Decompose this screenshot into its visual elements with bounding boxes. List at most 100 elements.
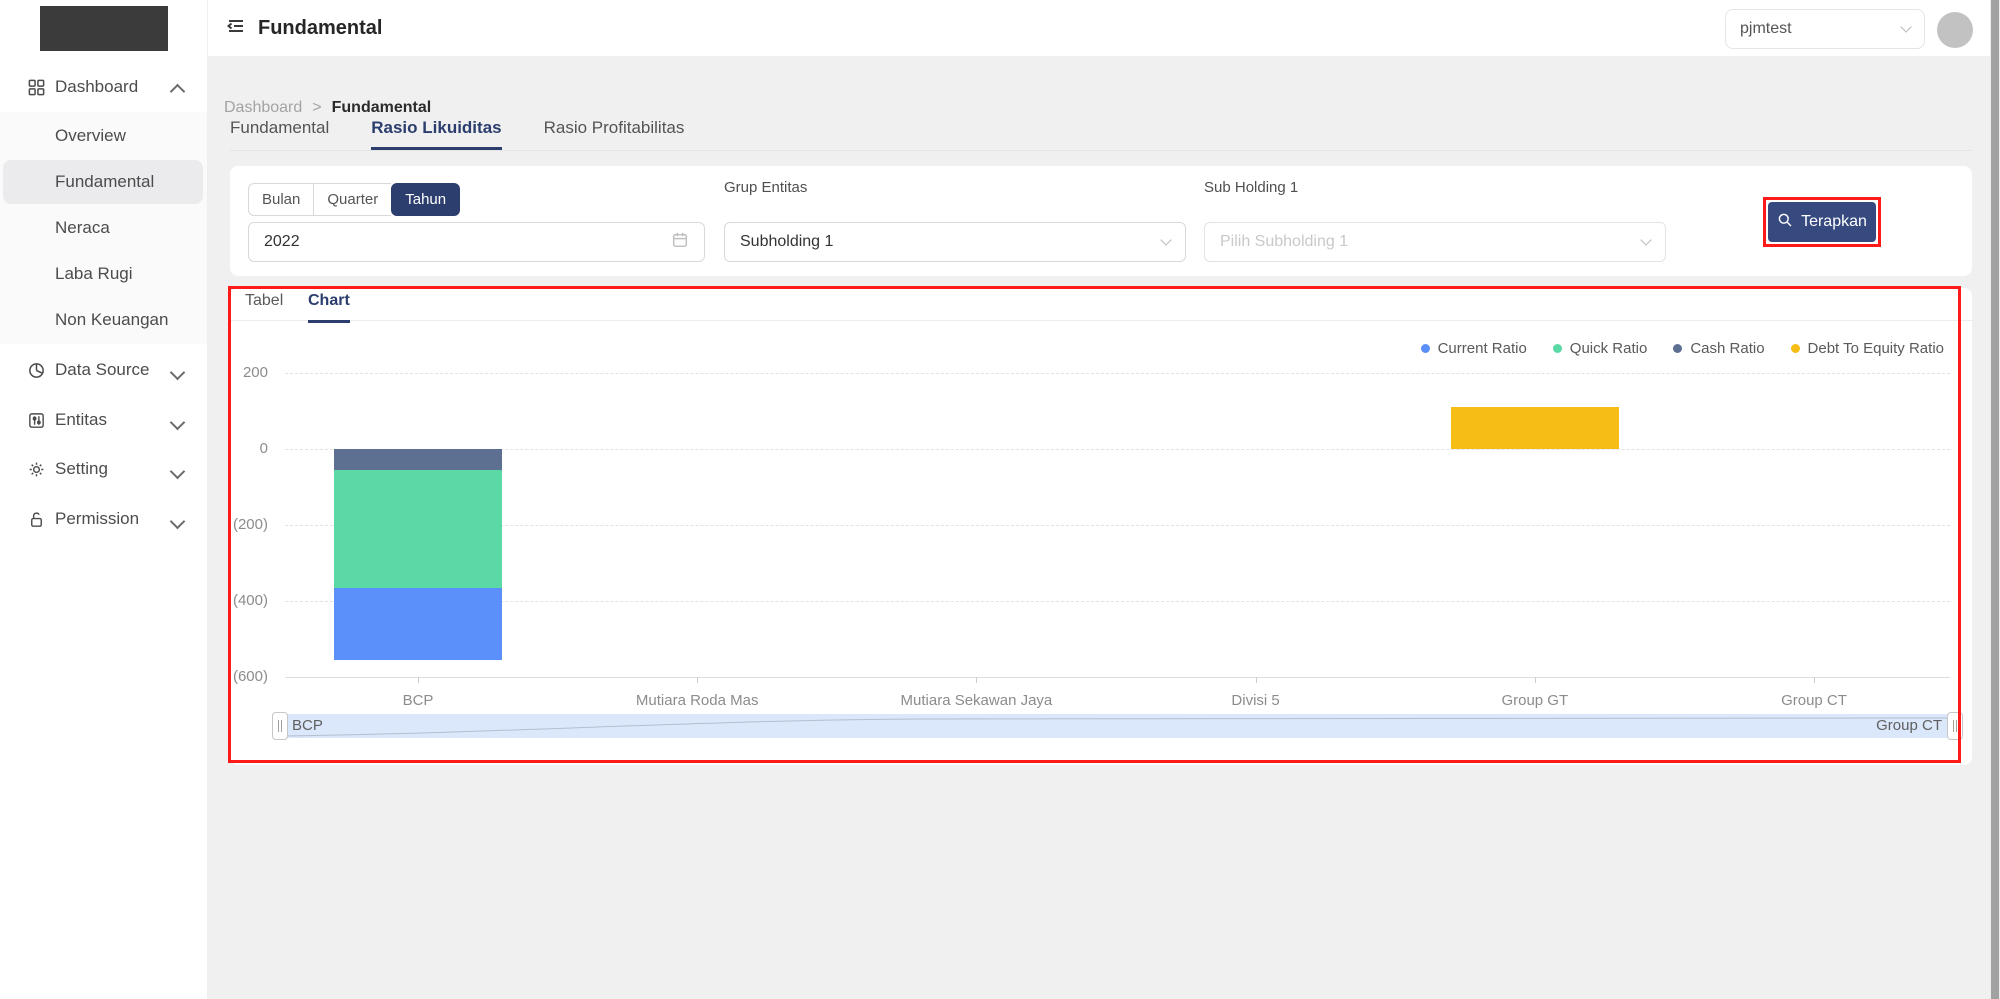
tab-fundamental[interactable]: Fundamental — [230, 118, 329, 150]
app-root: Dashboard Overview Fundamental Neraca Laba R… — [0, 0, 2000, 999]
breadcrumb: Dashboard > Fundamental — [224, 99, 431, 117]
sidebar-item-label: Dashboard — [55, 77, 138, 97]
x-axis-label-mutiara-roda-mas: Mutiara Roda Mas — [587, 692, 807, 709]
sidebar-item-setting[interactable]: Setting — [0, 447, 208, 491]
bar-segment-cash-ratio-bcp[interactable] — [334, 449, 502, 470]
y-axis-tick-label: 200 — [208, 364, 268, 381]
y-axis-tick-label: (200) — [208, 516, 268, 533]
calendar-icon — [671, 231, 689, 254]
slider-handle-right[interactable] — [1947, 712, 1963, 740]
sidebar-item-entitas[interactable]: Entitas — [0, 398, 208, 442]
period-toggle: Bulan Quarter Tahun — [248, 183, 460, 216]
sidebar-item-fundamental[interactable]: Fundamental — [0, 160, 208, 204]
bar-segment-current-ratio-bcp[interactable] — [334, 588, 502, 660]
slider-start-label: BCP — [292, 717, 323, 734]
x-axis-label-bcp: BCP — [308, 692, 528, 709]
sidebar-item-non-keuangan[interactable]: Non Keuangan — [0, 298, 208, 342]
x-axis-tick — [976, 677, 977, 683]
y-axis-tick-label: (600) — [208, 668, 268, 685]
search-icon — [1777, 212, 1793, 233]
filter-card: Bulan Quarter Tahun 2022 Grup Entitas Su… — [230, 166, 1972, 276]
x-axis-label-divisi-5: Divisi 5 — [1146, 692, 1366, 709]
gridline — [285, 449, 1950, 450]
sidebar-item-label: Entitas — [55, 410, 107, 430]
menu-fold-icon[interactable] — [226, 16, 246, 41]
chevron-down-icon — [172, 462, 186, 476]
tab-rasio-profitabilitas[interactable]: Rasio Profitabilitas — [544, 118, 685, 150]
x-axis-label-group-ct: Group CT — [1704, 692, 1924, 709]
bar-segment-quick-ratio-bcp[interactable] — [334, 470, 502, 588]
pie-chart-icon — [26, 360, 46, 380]
year-input[interactable]: 2022 — [248, 222, 705, 262]
sidebar: Dashboard Overview Fundamental Neraca Laba R… — [0, 0, 208, 999]
x-axis-tick — [1814, 677, 1815, 683]
x-axis-tick — [697, 677, 698, 683]
user-select-value: pjmtest — [1740, 20, 1792, 38]
breadcrumb-dashboard[interactable]: Dashboard — [224, 99, 302, 117]
gridline — [285, 525, 1950, 526]
subholding-placeholder: Pilih Subholding 1 — [1220, 233, 1348, 251]
chart-plot-area: 2000(200)(400)(600)BCPMutiara Roda MasMu… — [230, 288, 1972, 765]
period-option-quarter[interactable]: Quarter — [313, 183, 391, 216]
sliders-icon — [26, 410, 46, 430]
y-axis-tick-label: 0 — [208, 440, 268, 457]
tab-rasio-likuiditas[interactable]: Rasio Likuiditas — [371, 118, 501, 150]
terapkan-label: Terapkan — [1801, 213, 1867, 231]
sidebar-item-laba-rugi[interactable]: Laba Rugi — [0, 252, 208, 296]
sidebar-item-label: Setting — [55, 459, 108, 479]
breadcrumb-current: Fundamental — [332, 99, 432, 117]
logo — [40, 6, 168, 51]
sidebar-item-label: Non Keuangan — [55, 310, 168, 330]
chevron-down-icon — [1160, 234, 1171, 245]
scrollbar-thumb[interactable] — [1991, 0, 1999, 999]
page-title: Fundamental — [258, 17, 382, 40]
slider-handle-left[interactable] — [272, 712, 288, 740]
chevron-down-icon — [1640, 234, 1651, 245]
period-option-tahun[interactable]: Tahun — [391, 183, 460, 216]
chevron-down-icon — [172, 413, 186, 427]
sidebar-item-label: Neraca — [55, 218, 110, 238]
x-axis-label-group-gt: Group GT — [1425, 692, 1645, 709]
sidebar-item-label: Data Source — [55, 360, 150, 380]
y-axis-tick-label: (400) — [208, 592, 268, 609]
chevron-up-icon — [172, 80, 186, 94]
chevron-down-icon — [172, 363, 186, 377]
header: Fundamental pjmtest — [208, 0, 1990, 57]
gridline — [285, 677, 1950, 678]
group-entitas-label: Grup Entitas — [724, 179, 807, 196]
sidebar-item-overview[interactable]: Overview — [0, 114, 208, 158]
avatar[interactable] — [1937, 12, 1973, 48]
page-scrollbar[interactable] — [1990, 0, 2000, 999]
gridline — [285, 373, 1950, 374]
x-axis-tick — [418, 677, 419, 683]
sidebar-item-data-source[interactable]: Data Source — [0, 348, 208, 392]
grid-icon — [26, 77, 46, 97]
breadcrumb-separator: > — [312, 99, 321, 117]
lock-icon — [26, 509, 46, 529]
year-input-value: 2022 — [264, 233, 300, 251]
sidebar-item-neraca[interactable]: Neraca — [0, 206, 208, 250]
slider-end-label: Group CT — [1876, 717, 1942, 734]
sidebar-item-permission[interactable]: Permission — [0, 497, 208, 541]
gear-icon — [26, 459, 46, 479]
subholding-label: Sub Holding 1 — [1204, 179, 1298, 196]
chevron-down-icon — [172, 512, 186, 526]
chart-range-slider[interactable] — [285, 714, 1950, 738]
page-tabs: Fundamental Rasio Likuiditas Rasio Profi… — [230, 118, 1972, 151]
subholding-select[interactable]: Pilih Subholding 1 — [1204, 222, 1666, 262]
chevron-down-icon — [1900, 21, 1911, 32]
gridline — [285, 601, 1950, 602]
chart-card: Tabel Chart Current RatioQuick RatioCash… — [230, 288, 1972, 765]
sidebar-item-label: Fundamental — [55, 172, 154, 192]
period-option-bulan[interactable]: Bulan — [248, 183, 313, 216]
group-entitas-select[interactable]: Subholding 1 — [724, 222, 1186, 262]
x-axis-tick — [1256, 677, 1257, 683]
user-select[interactable]: pjmtest — [1725, 9, 1925, 49]
terapkan-button[interactable]: Terapkan — [1768, 202, 1876, 242]
sidebar-item-label: Permission — [55, 509, 139, 529]
bar-segment-debt-to-equity-ratio-group-gt[interactable] — [1451, 407, 1619, 449]
x-axis-tick — [1535, 677, 1536, 683]
group-entitas-value: Subholding 1 — [740, 233, 833, 251]
sidebar-item-dashboard[interactable]: Dashboard — [0, 65, 208, 109]
x-axis-label-mutiara-sekawan-jaya: Mutiara Sekawan Jaya — [866, 692, 1086, 709]
